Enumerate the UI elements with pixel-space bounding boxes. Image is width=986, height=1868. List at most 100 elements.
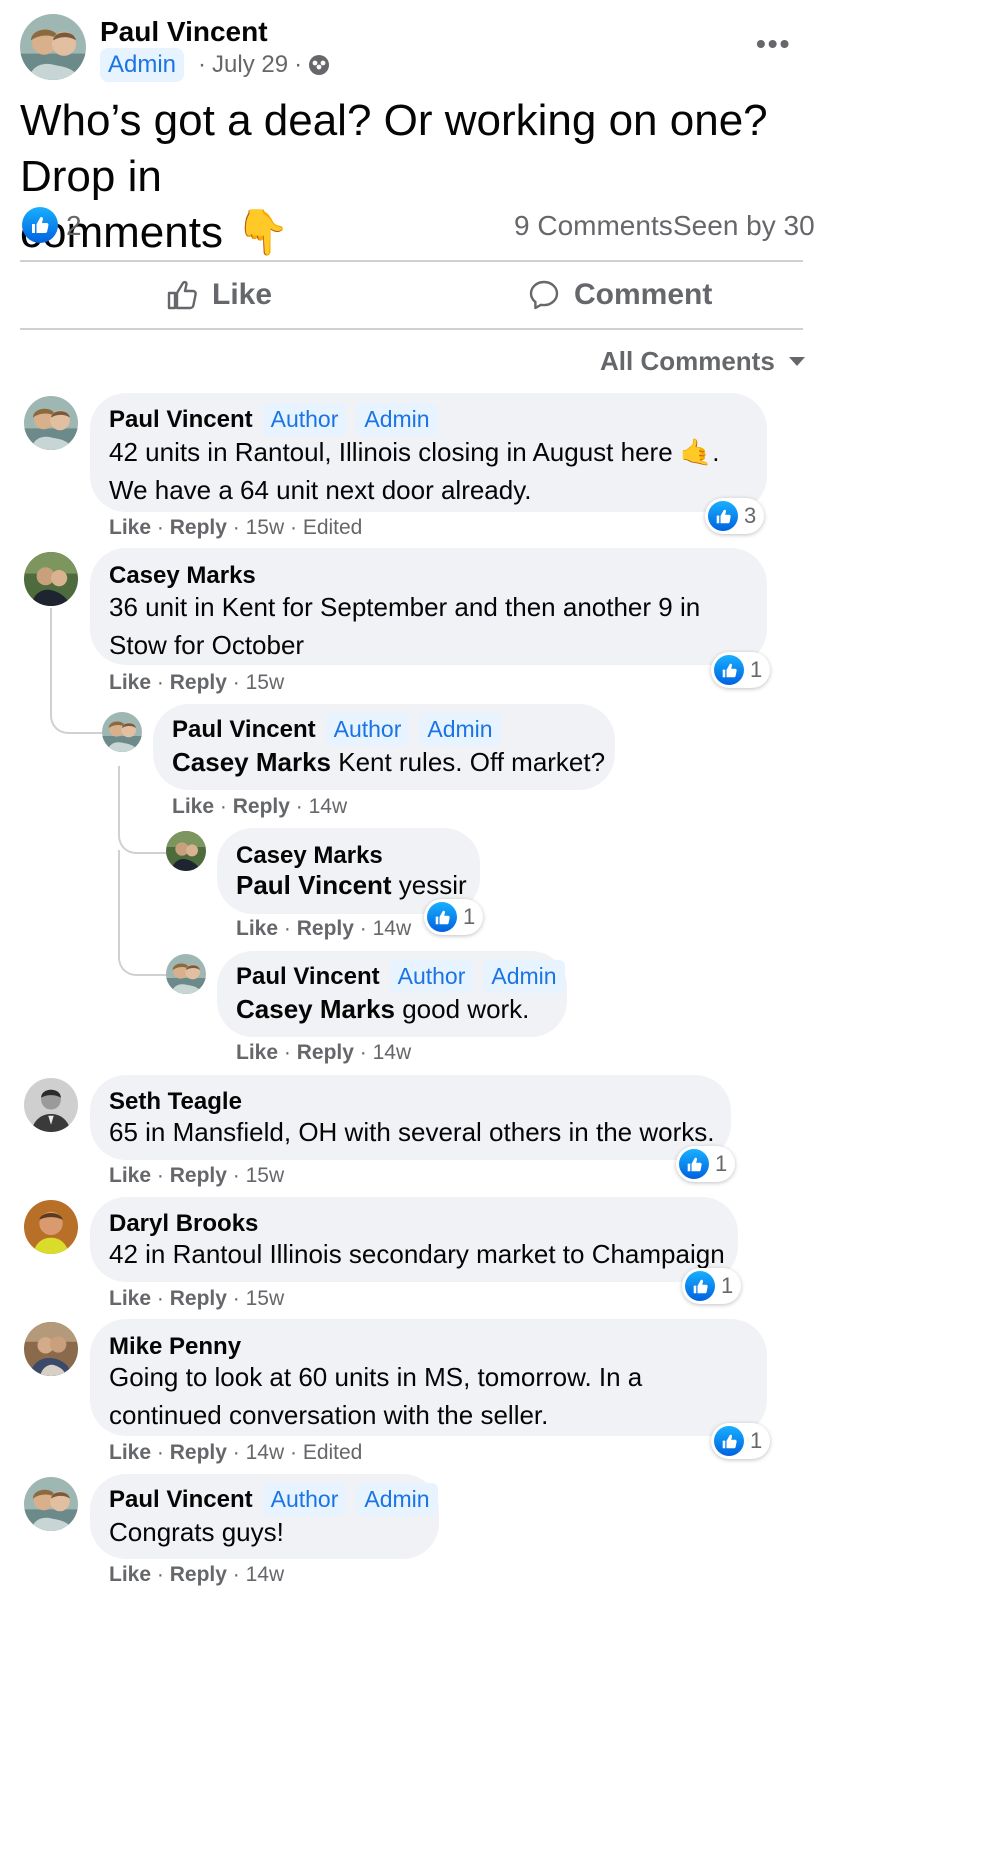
reaction-count[interactable]: 2 [66, 210, 82, 242]
reply-link[interactable]: Reply [297, 917, 354, 940]
mention-link[interactable]: Casey Marks [172, 747, 331, 777]
comment-author[interactable]: Mike Penny [109, 1333, 241, 1361]
reply-link[interactable]: Reply [297, 1041, 354, 1064]
avatar[interactable] [24, 552, 78, 606]
comment-reactions[interactable]: 1 [711, 652, 771, 688]
seen-by-count[interactable]: Seen by 30 [673, 210, 815, 242]
comment-time[interactable]: 15w [246, 1164, 285, 1187]
like-link[interactable]: Like [109, 1563, 151, 1586]
comment-time[interactable]: 15w [246, 516, 285, 539]
comment-time[interactable]: 15w [246, 1287, 285, 1310]
comment-author[interactable]: Casey Marks [109, 562, 256, 590]
post-author-name[interactable]: Paul Vincent [100, 16, 268, 48]
post-meta: Admin · July 29 · [100, 48, 330, 82]
author-badge: Author [262, 403, 347, 436]
pointing-down-emoji: 👇 [235, 208, 290, 257]
comment-actions: Like · Reply · 15w [109, 1287, 285, 1310]
like-link[interactable]: Like [109, 516, 151, 539]
mention-link[interactable]: Paul Vincent [236, 870, 392, 900]
comment-time[interactable]: 14w [373, 917, 412, 940]
comments-count[interactable]: 9 Comments [514, 210, 673, 242]
comment-reactions[interactable]: 1 [676, 1146, 736, 1182]
comment-actions: Like · Reply · 14w · Edited [109, 1441, 363, 1464]
avatar[interactable] [24, 1322, 78, 1376]
like-reaction-icon[interactable] [22, 207, 58, 243]
reply-link[interactable]: Reply [170, 1563, 227, 1586]
avatar[interactable] [166, 954, 206, 994]
like-reaction-icon [714, 1426, 744, 1456]
post-author-avatar[interactable] [20, 14, 86, 80]
like-link[interactable]: Like [109, 671, 151, 694]
comment-actions: Like · Reply · 15w · Edited [109, 516, 363, 539]
comment-text: 42 units in Rantoul, Illinois closing in… [109, 437, 720, 505]
like-link[interactable]: Like [236, 917, 278, 940]
comment-reactions[interactable]: 1 [711, 1423, 771, 1459]
reply-link[interactable]: Reply [170, 516, 227, 539]
comment-author[interactable]: Paul Vincent Author Admin [236, 960, 565, 993]
like-link[interactable]: Like [236, 1041, 278, 1064]
comment-time[interactable]: 14w [246, 1563, 285, 1586]
mention-link[interactable]: Casey Marks [236, 994, 395, 1024]
comment-text: Going to look at 60 units in MS, tomorro… [109, 1362, 643, 1430]
comment-author[interactable]: Paul Vincent Author Admin [109, 1483, 438, 1516]
like-reaction-icon [685, 1271, 715, 1301]
admin-badge: Admin [356, 1483, 438, 1516]
comment-time[interactable]: 14w [373, 1041, 412, 1064]
author-badge: Author [262, 1483, 347, 1516]
comment-actions: Like · Reply · 15w [109, 671, 285, 694]
caret-down-icon [788, 357, 805, 366]
like-link[interactable]: Like [109, 1287, 151, 1310]
divider [20, 260, 803, 262]
comment-author[interactable]: Paul Vincent Author Admin [172, 713, 501, 746]
reply-link[interactable]: Reply [170, 1287, 227, 1310]
divider [20, 328, 803, 330]
comment-author[interactable]: Seth Teagle [109, 1088, 242, 1116]
group-privacy-icon [308, 54, 330, 76]
avatar[interactable] [24, 1200, 78, 1254]
comment-actions: Like · Reply · 14w [172, 795, 348, 818]
reply-link[interactable]: Reply [170, 671, 227, 694]
comment-reactions[interactable]: 1 [424, 899, 484, 935]
admin-badge: Admin [100, 48, 185, 82]
comment-actions: Like · Reply · 14w [109, 1563, 285, 1586]
like-link[interactable]: Like [109, 1164, 151, 1187]
edited-label: Edited [302, 516, 363, 539]
reply-thread-line [118, 766, 168, 854]
comment-reactions[interactable]: 1 [682, 1268, 742, 1304]
edited-label: Edited [302, 1441, 363, 1464]
more-options-button[interactable]: ••• [756, 28, 791, 60]
comment-button[interactable]: Comment [528, 278, 712, 312]
avatar[interactable] [166, 831, 206, 871]
comment-author[interactable]: Paul Vincent Author Admin [109, 403, 438, 436]
like-icon [167, 280, 197, 310]
author-badge: Author [325, 713, 410, 746]
author-badge: Author [389, 960, 474, 993]
avatar[interactable] [102, 712, 142, 752]
comment-time[interactable]: 15w [246, 671, 285, 694]
comment-time[interactable]: 14w [309, 795, 348, 818]
avatar[interactable] [24, 1477, 78, 1531]
like-button[interactable]: Like [166, 278, 272, 312]
avatar[interactable] [24, 1078, 78, 1132]
comment-reactions[interactable]: 3 [705, 498, 765, 534]
like-reaction-icon [708, 501, 738, 531]
like-reaction-icon [714, 655, 744, 685]
avatar[interactable] [24, 396, 78, 450]
like-reaction-icon [679, 1149, 709, 1179]
reply-thread-line [118, 850, 168, 976]
like-link[interactable]: Like [172, 795, 214, 818]
reply-link[interactable]: Reply [233, 795, 290, 818]
like-reaction-icon [427, 902, 457, 932]
reply-link[interactable]: Reply [170, 1164, 227, 1187]
comment-text: Casey Marks Kent rules. Off market? [172, 747, 606, 777]
comment-time[interactable]: 14w [246, 1441, 285, 1464]
reply-link[interactable]: Reply [170, 1441, 227, 1464]
comment-text: 42 in Rantoul Illinois secondary market … [109, 1239, 725, 1269]
comment-text: Congrats guys! [109, 1517, 284, 1547]
comment-author[interactable]: Daryl Brooks [109, 1210, 258, 1238]
post-date[interactable]: July 29 [212, 51, 288, 79]
admin-badge: Admin [483, 960, 565, 993]
like-link[interactable]: Like [109, 1441, 151, 1464]
comment-text: 65 in Mansfield, OH with several others … [109, 1117, 715, 1147]
sort-comments-dropdown[interactable]: All Comments [600, 346, 805, 377]
